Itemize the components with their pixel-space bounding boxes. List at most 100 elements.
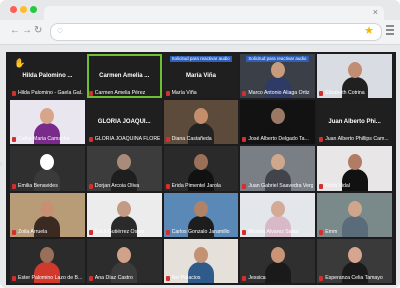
participant-tile[interactable]: Zoila Arruela bbox=[10, 192, 85, 237]
minimize-window-button[interactable] bbox=[20, 6, 27, 13]
participant-name-label: Marco Antonio Aliaga Ortiz bbox=[248, 90, 310, 97]
mic-muted-icon bbox=[88, 276, 93, 281]
participant-tile[interactable]: Juan Gabriel Saavedra Vergara bbox=[240, 146, 316, 191]
star-icon[interactable]: ★ bbox=[364, 24, 374, 37]
participant-tile[interactable]: ✋ Hilda Palomino ... Hilda Palomino - Gael… bbox=[10, 54, 85, 99]
mic-muted-icon bbox=[319, 276, 324, 281]
participant-head bbox=[117, 246, 132, 263]
tab-close-icon[interactable]: × bbox=[373, 7, 378, 17]
participant-tile[interactable]: José Alberto Delgado Ta... bbox=[240, 100, 316, 145]
participant-head bbox=[270, 108, 285, 125]
participant-name-label: Juan Alberto Phillips Cam... bbox=[325, 136, 389, 143]
participant-name-label: GLORIA JOAQUINA FLORE... bbox=[94, 136, 160, 143]
participant-name-label: Ana Díaz Castro bbox=[94, 275, 133, 281]
participant-tile[interactable]: Ana Díaz Castro bbox=[86, 238, 162, 283]
participant-tile[interactable]: Solicitud para reactivar audio María Viña… bbox=[163, 54, 239, 99]
participant-display-name: Juan Alberto Phi... bbox=[328, 118, 381, 125]
participant-head bbox=[193, 246, 208, 263]
participant-head bbox=[347, 200, 362, 217]
participant-head bbox=[117, 154, 132, 171]
mic-muted-icon bbox=[242, 137, 247, 143]
participant-tile[interactable]: Ester Palomino Lazo de B... bbox=[10, 238, 85, 283]
participant-head bbox=[40, 154, 55, 171]
browser-tab[interactable]: × bbox=[44, 6, 384, 20]
unmute-request-tag: Solicitud para reactivar audio bbox=[169, 56, 233, 62]
browser-window: × ← → ↻ ◌ ★ ‹ ✋ Hilda Palomino ... Hilda P… bbox=[0, 0, 400, 288]
participant-name-label: José Alberto Delgado Ta... bbox=[248, 136, 309, 143]
participant-tile[interactable]: Carmen Amelia ... Carmen Amelia Pérez bbox=[86, 54, 162, 99]
mic-muted-icon bbox=[88, 91, 93, 97]
mic-muted-icon bbox=[242, 276, 247, 281]
participant-name-label: Nei Palacios bbox=[171, 275, 201, 281]
participant-tile[interactable]: Diana Castañeda bbox=[163, 100, 239, 145]
raised-hand-icon: ✋ bbox=[14, 58, 26, 68]
participant-tile[interactable]: Juan Alberto Phi... Juan Alberto Phillips… bbox=[317, 100, 392, 145]
participant-name-label: Zoila Arruela bbox=[18, 228, 48, 235]
back-arrow-icon[interactable]: ← bbox=[10, 25, 20, 37]
mic-muted-icon bbox=[12, 137, 16, 143]
previous-page-icon[interactable]: ‹ bbox=[0, 159, 6, 173]
maximize-window-button[interactable] bbox=[30, 6, 37, 13]
participant-tile[interactable]: Dorjan Arcoia Oliva bbox=[86, 146, 162, 191]
participant-tile[interactable]: Elizabeth Cotrina bbox=[317, 54, 392, 99]
mic-muted-icon bbox=[12, 91, 16, 97]
mic-muted-icon bbox=[165, 229, 170, 235]
participant-head bbox=[193, 200, 208, 217]
participant-head bbox=[270, 246, 285, 263]
hamburger-menu-icon[interactable] bbox=[386, 25, 394, 37]
participant-tile[interactable]: Erida Pimentel Jarola bbox=[163, 146, 239, 191]
participant-head bbox=[40, 108, 55, 125]
mic-muted-icon bbox=[88, 183, 93, 189]
browser-titlebar: × bbox=[0, 0, 400, 20]
participant-tile[interactable]: Carlos Gonzalo Jaramillo bbox=[163, 192, 239, 237]
participant-tile[interactable]: GLORIA JOAQUI... GLORIA JOAQUINA FLORE... bbox=[86, 100, 162, 145]
mic-muted-icon bbox=[165, 183, 170, 189]
address-bar[interactable]: ◌ ★ bbox=[50, 23, 382, 41]
mic-muted-icon bbox=[242, 183, 247, 189]
mic-muted-icon bbox=[88, 229, 93, 235]
mic-muted-icon bbox=[12, 183, 16, 189]
participant-name-label: Dorjan Arcoia Oliva bbox=[94, 182, 140, 189]
participant-tile[interactable]: Jessica bbox=[240, 238, 316, 283]
video-meeting-gallery: ‹ ✋ Hilda Palomino ... Hilda Palomino - Ga… bbox=[0, 52, 396, 285]
participant-head bbox=[193, 154, 208, 171]
participant-tile[interactable]: Erick Gutiérrez Osore bbox=[86, 192, 162, 237]
participant-display-name: Hilda Palomino ... bbox=[22, 72, 73, 79]
participant-tile[interactable]: Emm bbox=[317, 192, 392, 237]
participant-tile[interactable]: Nei Palacios bbox=[163, 238, 239, 283]
participant-tile[interactable]: Esperanza Celia Tamayo bbox=[317, 238, 392, 283]
participant-name-label: Cathy Maria Camacho bbox=[18, 136, 70, 143]
participant-head bbox=[270, 154, 285, 171]
participant-tile[interactable]: Solicitud para reactivar audio Marco Anto… bbox=[240, 54, 316, 99]
participant-tile[interactable]: Frida Vidal bbox=[317, 146, 392, 191]
participant-head bbox=[40, 200, 55, 217]
mic-muted-icon bbox=[319, 229, 324, 235]
mic-muted-icon bbox=[12, 229, 16, 235]
participant-name-label: Diana Castañeda bbox=[171, 136, 212, 143]
participant-head bbox=[347, 61, 362, 78]
participant-head bbox=[270, 200, 285, 217]
participant-head bbox=[40, 246, 55, 263]
participant-tile[interactable]: Emilia Benavides bbox=[10, 146, 85, 191]
participant-head bbox=[193, 108, 208, 125]
participant-name-label: Carlos Gonzalo Jaramillo bbox=[171, 228, 230, 235]
participant-name-label: María Viña bbox=[171, 90, 197, 97]
mic-muted-icon bbox=[12, 276, 16, 281]
globe-icon: ◌ bbox=[57, 25, 63, 36]
participant-tile[interactable]: Mariela Alvarez Salas bbox=[240, 192, 316, 237]
participant-name-label: Carmen Amelia Pérez bbox=[94, 90, 146, 97]
participant-tile[interactable]: Cathy Maria Camacho bbox=[10, 100, 85, 145]
participant-head bbox=[117, 200, 132, 217]
mic-muted-icon bbox=[242, 91, 247, 97]
close-window-button[interactable] bbox=[10, 6, 17, 13]
reload-icon[interactable]: ↻ bbox=[34, 25, 42, 37]
participant-head bbox=[270, 61, 285, 78]
participant-name-label: Elizabeth Cotrina bbox=[325, 90, 365, 97]
participant-name-label: Frida Vidal bbox=[325, 182, 350, 189]
participant-name-label: Hilda Palomino - Gaela Gal... bbox=[18, 90, 83, 97]
forward-arrow-icon[interactable]: → bbox=[22, 25, 32, 37]
mic-muted-icon bbox=[319, 183, 324, 189]
participant-display-name: Carmen Amelia ... bbox=[99, 72, 150, 79]
mic-muted-icon bbox=[165, 91, 170, 97]
mic-muted-icon bbox=[165, 276, 170, 281]
